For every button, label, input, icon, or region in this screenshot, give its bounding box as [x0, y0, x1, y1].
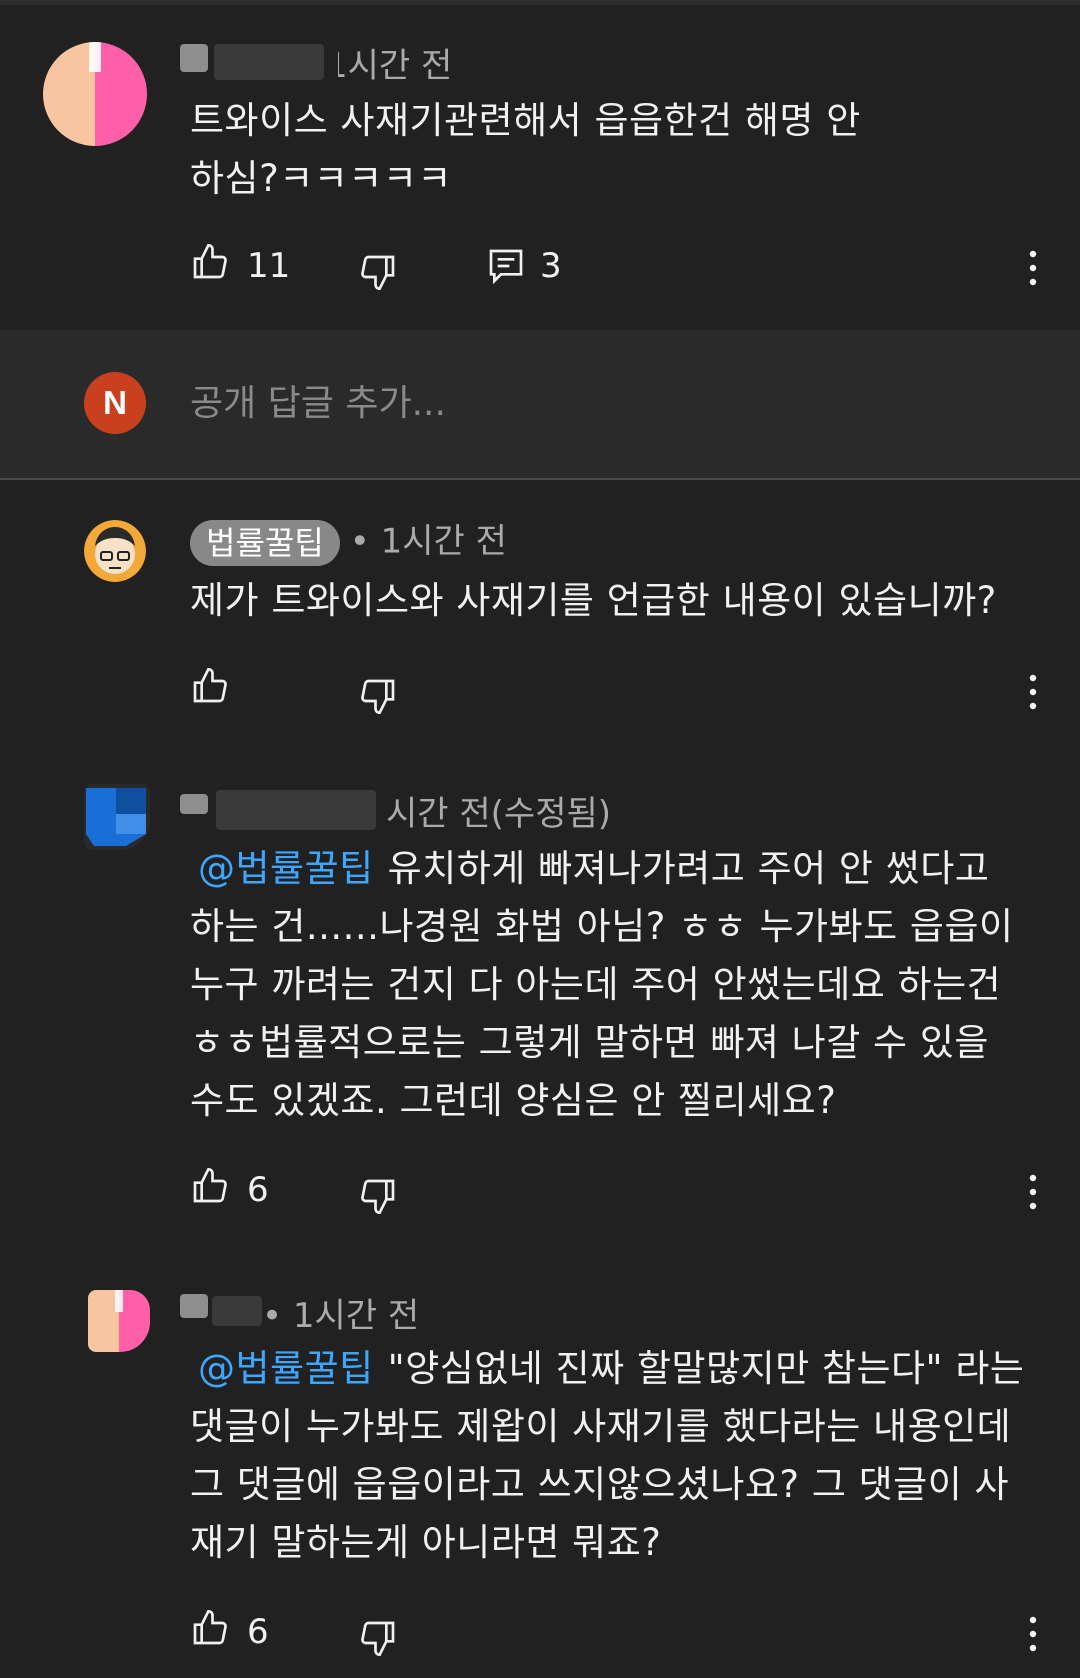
avatar[interactable]: [43, 42, 147, 146]
thumb-down-icon[interactable]: [358, 252, 398, 292]
more-vert-icon[interactable]: [1018, 1614, 1048, 1654]
top-divider: [0, 0, 1080, 5]
comment-actions: [0, 664, 1080, 724]
comment-actions: 6: [0, 1606, 1080, 1666]
mention-link[interactable]: @법률꿀팁: [198, 847, 374, 890]
thumb-up-icon[interactable]: [190, 1166, 230, 1206]
redacted-author: [180, 1294, 208, 1318]
more-vert-icon[interactable]: [1018, 672, 1048, 712]
comment-actions: 6: [0, 1164, 1080, 1224]
redacted-author: [180, 44, 208, 72]
more-vert-icon[interactable]: [1018, 248, 1048, 288]
redacted-author: [214, 44, 324, 80]
avatar[interactable]: [88, 1290, 150, 1352]
divider: [0, 478, 1080, 480]
comment-time: 시간 전(수정됨): [386, 794, 612, 834]
thumb-down-icon[interactable]: [358, 676, 398, 716]
thumb-up-icon[interactable]: [190, 1608, 230, 1648]
comment-meta: 법률꿀팁 • 1시간 전: [190, 520, 507, 566]
reply-input[interactable]: [190, 382, 890, 426]
like-count: 6: [247, 1612, 269, 1652]
comment-text: @법률꿀팁 유치하게 빠져나가려고 주어 안 썼다고 하는 건......나경원 …: [190, 840, 1030, 1130]
user-avatar: N: [84, 372, 146, 434]
comment-actions: 11 3: [0, 240, 1080, 300]
thumb-down-icon[interactable]: [358, 1618, 398, 1658]
reply-icon[interactable]: [486, 246, 526, 286]
like-count: 11: [247, 246, 291, 286]
comment-time: • 1시간 전: [349, 521, 507, 562]
thumb-up-icon[interactable]: [190, 666, 230, 706]
comment-text: @법률꿀팁 "양심없네 진짜 할말많지만 참는다" 라는 댓글이 누가봐도 제왑이…: [190, 1340, 1030, 1572]
redacted-author: [212, 1296, 262, 1326]
author-name[interactable]: 법률꿀팁: [190, 520, 340, 566]
author-avatar[interactable]: [84, 520, 146, 582]
comment-text: 트와이스 사재기관련해서 읍읍한건 해명 안 하심?ㅋㅋㅋㅋㅋ: [190, 99, 861, 200]
comment-text: 제가 트와이스와 사재기를 언급한 내용이 있습니까?: [190, 579, 997, 622]
comment-time: 1시간 전: [326, 46, 453, 86]
like-count: 6: [247, 1170, 269, 1210]
avatar[interactable]: [84, 784, 150, 850]
redacted-author: [216, 790, 376, 830]
comment-time: • 1시간 전: [262, 1296, 420, 1336]
redacted-author: [180, 794, 208, 814]
mention-link[interactable]: @법률꿀팁: [198, 1347, 374, 1390]
thumb-up-icon[interactable]: [190, 242, 230, 282]
reply-count[interactable]: 3: [540, 246, 562, 286]
more-vert-icon[interactable]: [1018, 1172, 1048, 1212]
thumb-down-icon[interactable]: [358, 1176, 398, 1216]
